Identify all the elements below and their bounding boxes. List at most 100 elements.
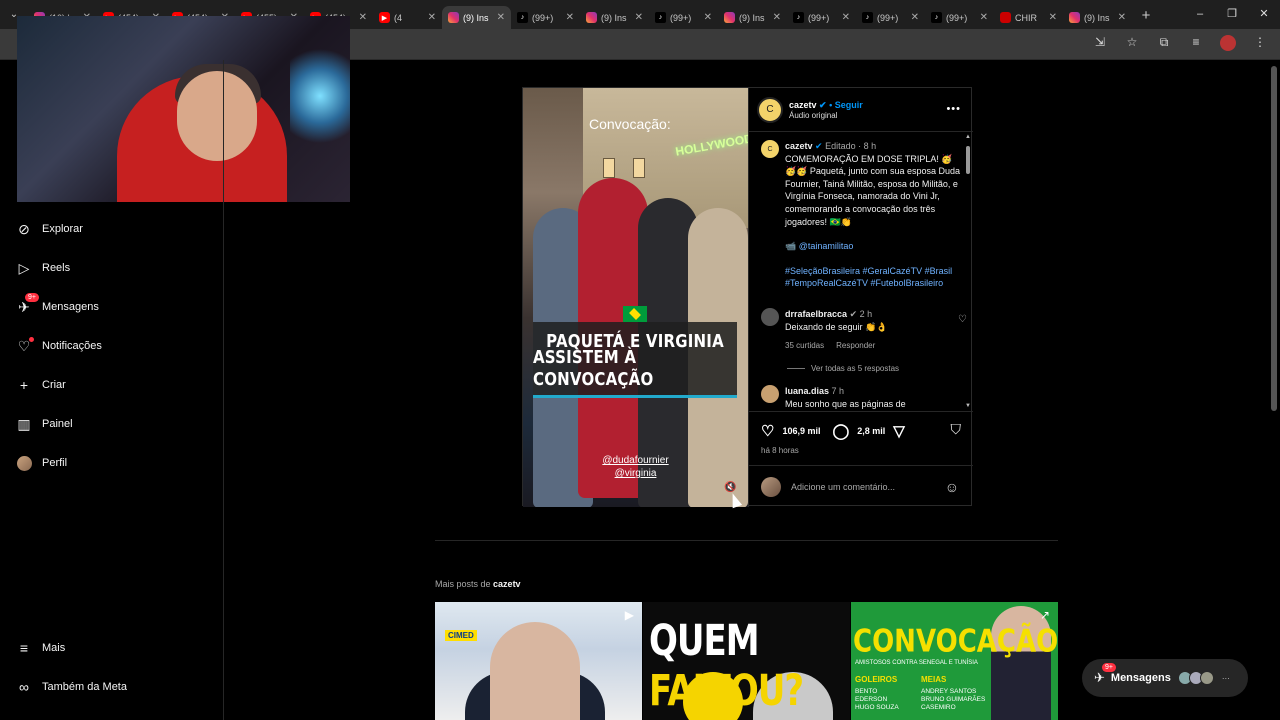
sidebar-item-mensagens[interactable]: ✈ 9+ Mensagens	[16, 293, 99, 315]
author-avatar[interactable]: C	[757, 96, 783, 123]
author-username[interactable]: cazetv	[789, 100, 817, 110]
reply-button[interactable]: Responder	[836, 340, 875, 353]
browser-tab[interactable]: ♪ (99+) ✕	[925, 6, 994, 29]
video-handle-2: @virginia	[614, 468, 657, 479]
browser-tab[interactable]: (9) Ins ✕	[718, 6, 787, 29]
tab-close-icon[interactable]: ✕	[359, 12, 367, 23]
new-tab-button[interactable]: +	[1132, 7, 1160, 24]
browser-tab[interactable]: (9) Ins ✕	[1063, 6, 1132, 29]
tab-title: CHIR	[1015, 12, 1037, 23]
reel-video[interactable]: Convocação: HOLLYWOOD PAQUETÁ E VIRGINIA…	[523, 88, 748, 507]
tab-close-icon[interactable]: ✕	[1049, 12, 1057, 23]
sidebar-item-label: Mensagens	[42, 301, 99, 313]
like-heart-icon[interactable]: ♡	[761, 422, 774, 440]
close-window-button[interactable]: ✕	[1248, 0, 1280, 29]
sidebar-item-notificaes[interactable]: ♡ Notificações	[16, 337, 102, 354]
browser-tab[interactable]: ♪ (99+) ✕	[511, 6, 580, 29]
share-icon[interactable]: ▽	[893, 422, 905, 440]
browser-tab[interactable]: (9) Ins ✕	[580, 6, 649, 29]
tab-close-icon[interactable]: ✕	[1118, 12, 1126, 23]
save-bookmark-icon[interactable]: ⛉	[951, 421, 962, 438]
post-thumbnail[interactable]: CONVOCAÇÃO AMISTOSOS CONTRA SENEGAL E TU…	[851, 602, 1058, 720]
comment-bubble-icon[interactable]: ◯	[832, 422, 849, 440]
tab-close-icon[interactable]: ✕	[842, 12, 850, 23]
caption-mention[interactable]: 📹 @tainamilitao	[785, 240, 961, 253]
caption-hashtags[interactable]: #SeleçãoBrasileira #GeralCazéTV #Brasil …	[785, 265, 961, 290]
current-user-avatar	[761, 476, 781, 497]
commenter-username[interactable]: luana.dias	[785, 386, 829, 396]
sidebar-item-reels[interactable]: ▷ Reels	[16, 260, 71, 276]
profile-avatar[interactable]	[1218, 35, 1238, 54]
comment-meta: ✔ 2 h	[849, 309, 873, 319]
instagram-icon	[448, 12, 459, 23]
commenter-username[interactable]: drrafaelbracca	[785, 309, 847, 319]
dashboard-icon: ▥	[17, 415, 31, 432]
sidebar-item-explorar[interactable]: ⊘ Explorar	[16, 221, 83, 237]
browser-tab[interactable]: ♪ (99+) ✕	[649, 6, 718, 29]
minimize-button[interactable]: –	[1184, 0, 1216, 29]
extensions-icon[interactable]: ⧉	[1154, 35, 1174, 54]
more-posts-user[interactable]: cazetv	[493, 579, 521, 589]
tab-title: (99+)	[946, 12, 968, 23]
see-all-replies[interactable]: Ver todas as 5 respostas	[787, 364, 899, 373]
tab-close-icon[interactable]: ✕	[428, 12, 436, 23]
add-comment-bar: Adicione um comentário... ☺	[749, 465, 973, 507]
post-thumbnail[interactable]: CIMED ▶	[435, 602, 642, 720]
post-thumbnail[interactable]: QUEM FALTOU?	[643, 602, 850, 720]
comment-count[interactable]: 2,8 mil	[857, 426, 885, 436]
sidebar-bottom-meta[interactable]: ∞ Também da Meta	[16, 679, 127, 695]
tab-title: (4	[394, 12, 403, 23]
browser-tab[interactable]: ♪ (99+) ✕	[856, 6, 925, 29]
sidebar-item-perfil[interactable]: Perfil	[16, 455, 67, 471]
browser-tab[interactable]: CHIR ✕	[994, 6, 1063, 29]
browser-tab[interactable]: (9) Ins ✕	[442, 6, 511, 29]
messenger-icon: ✈ 9+	[16, 293, 39, 315]
messages-pill-more: ···	[1221, 673, 1230, 683]
bookmark-star-icon[interactable]: ☆	[1122, 35, 1142, 54]
video-headline-box: PAQUETÁ E VIRGINIA ASSISTEM À CONVOCAÇÃO	[533, 322, 737, 398]
tab-close-icon[interactable]: ✕	[773, 12, 781, 23]
messages-pill-label: Mensagens	[1110, 672, 1171, 684]
sidebar-item-painel[interactable]: ▥ Painel	[16, 415, 73, 432]
tab-title: (99+)	[532, 12, 554, 23]
tab-title: (9) Ins	[463, 12, 489, 23]
messenger-icon: ✈ 9+	[1094, 663, 1116, 686]
tab-close-icon[interactable]: ✕	[704, 12, 712, 23]
commenter-avatar[interactable]	[761, 385, 779, 403]
caption-avatar[interactable]: C	[761, 140, 779, 158]
comment-meta: 7 h	[831, 386, 845, 396]
maximize-button[interactable]: ❐	[1216, 0, 1248, 29]
cast-icon[interactable]: ⇲	[1090, 35, 1110, 54]
compass-icon: ⊘	[18, 220, 30, 237]
messages-pill[interactable]: ✈ 9+ Mensagens ···	[1082, 659, 1248, 697]
sidebar-item-label: Painel	[42, 418, 73, 430]
browser-tab[interactable]: ▶ (4 ✕	[373, 6, 442, 29]
caption-verified-icon: ✔	[815, 141, 823, 151]
sidebar-bottom-mais[interactable]: ≡ Mais	[16, 640, 65, 656]
tab-close-icon[interactable]: ✕	[911, 12, 919, 23]
comment-likes[interactable]: 35 curtidas	[785, 340, 824, 353]
browser-menu-icon[interactable]: ⋮	[1250, 35, 1270, 54]
caption: C cazetv ✔ Editado · 8 h COMEMORAÇÃO EM …	[761, 140, 961, 290]
audio-link[interactable]: Áudio original	[789, 111, 863, 120]
caption-username[interactable]: cazetv	[785, 141, 813, 151]
caption-text: COMEMORAÇÃO EM DOSE TRIPLA! 🥳🥳🥳 Paquetá,…	[785, 153, 961, 227]
page-scrollbar[interactable]	[1271, 66, 1277, 411]
emoji-icon[interactable]: ☺	[945, 479, 959, 495]
like-count[interactable]: 106,9 mil	[782, 426, 820, 436]
browser-tab[interactable]: ♪ (99+) ✕	[787, 6, 856, 29]
post-sidebar: C cazetv ✔ • Seguir Áudio original ••• C…	[748, 88, 973, 507]
sidebar-item-criar[interactable]: + Criar	[16, 377, 66, 393]
comments-scrollbar[interactable]: ▲ ▼	[965, 134, 971, 409]
instagram-icon	[586, 12, 597, 23]
tab-close-icon[interactable]: ✕	[497, 12, 505, 23]
commenter-avatar[interactable]	[761, 308, 779, 326]
more-options-icon[interactable]: •••	[946, 103, 961, 115]
media-control-icon[interactable]: ≡	[1186, 35, 1206, 54]
tab-close-icon[interactable]: ✕	[980, 12, 988, 23]
add-comment-input[interactable]: Adicione um comentário...	[791, 482, 935, 492]
plus-icon: +	[19, 377, 29, 393]
tab-close-icon[interactable]: ✕	[566, 12, 574, 23]
tab-close-icon[interactable]: ✕	[635, 12, 643, 23]
follow-button[interactable]: • Seguir	[829, 100, 863, 110]
